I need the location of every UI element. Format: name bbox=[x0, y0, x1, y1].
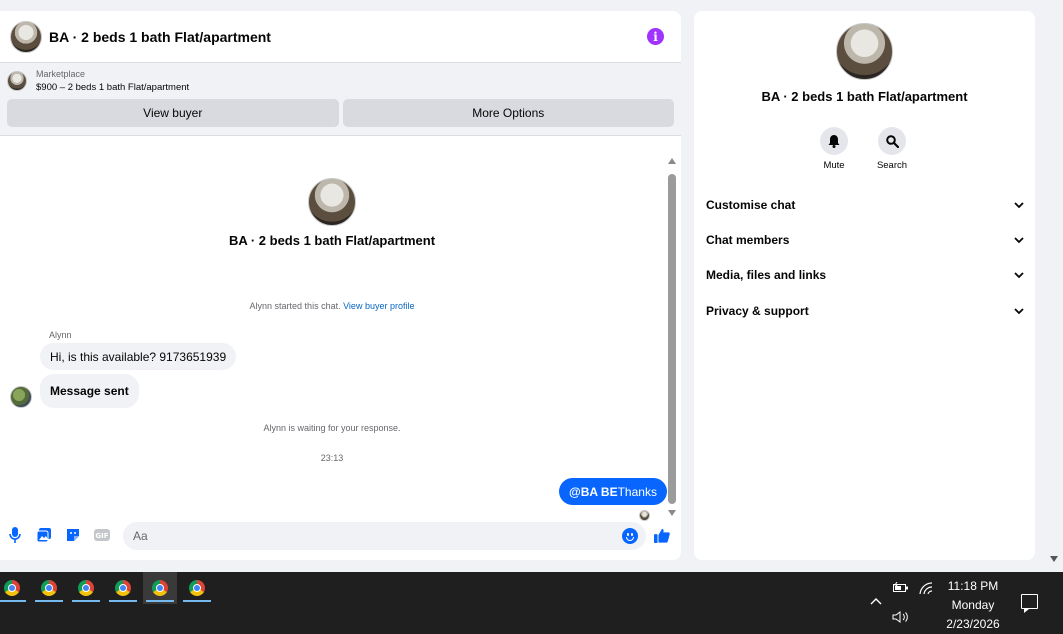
chevron-down-icon bbox=[1014, 307, 1024, 314]
mute-label: Mute bbox=[823, 160, 845, 171]
mute-button[interactable]: Mute bbox=[814, 127, 854, 171]
scroll-thumb[interactable] bbox=[668, 174, 676, 504]
taskbar-chrome-window-active[interactable] bbox=[143, 572, 177, 604]
sender-name: Alynn bbox=[49, 330, 72, 340]
marketplace-label: Marketplace bbox=[36, 69, 86, 79]
chat-header: BA · 2 beds 1 bath Flat/apartment i bbox=[0, 11, 681, 63]
system-clock[interactable]: 11:18 PM Monday 2/23/2026 bbox=[935, 577, 1011, 634]
chrome-icon bbox=[189, 580, 205, 596]
scroll-up-arrow[interactable] bbox=[668, 158, 676, 164]
chrome-icon bbox=[115, 580, 131, 596]
mention: @BA BE bbox=[569, 484, 618, 499]
message-input[interactable]: Aa bbox=[123, 522, 646, 550]
taskbar-chrome-window[interactable] bbox=[32, 572, 66, 604]
notifications-icon[interactable] bbox=[1021, 594, 1038, 613]
conversation-title: BA · 2 beds 1 bath Flat/apartment bbox=[228, 233, 436, 248]
taskbar-chrome-window[interactable] bbox=[0, 572, 29, 604]
taskbar-chrome-window[interactable] bbox=[106, 572, 140, 604]
listing-thumbnail[interactable] bbox=[7, 71, 27, 91]
message-list: BA · 2 beds 1 bath Flat/apartment Alynn … bbox=[0, 152, 681, 522]
clock-day: Monday bbox=[951, 598, 995, 612]
wifi-icon[interactable] bbox=[919, 582, 933, 598]
details-title: BA · 2 beds 1 bath Flat/apartment bbox=[761, 89, 968, 104]
outgoing-message-text: Thanks bbox=[617, 484, 657, 499]
view-buyer-profile-link[interactable]: View buyer profile bbox=[343, 301, 414, 311]
chevron-down-icon bbox=[1014, 236, 1024, 243]
details-avatar bbox=[836, 23, 893, 80]
volume-icon[interactable] bbox=[892, 611, 910, 626]
chat-started-text: Alynn started this chat. bbox=[249, 301, 341, 311]
view-buyer-button[interactable]: View buyer bbox=[7, 99, 339, 127]
section-privacy-support[interactable]: Privacy & support bbox=[706, 304, 1024, 318]
bell-icon[interactable] bbox=[820, 127, 848, 155]
page-scroll-down-arrow[interactable] bbox=[1050, 556, 1058, 562]
scroll-down-arrow[interactable] bbox=[668, 510, 676, 516]
section-media-files-links[interactable]: Media, files and links bbox=[706, 268, 1024, 282]
gif-icon[interactable]: GIF bbox=[94, 527, 110, 543]
search-button[interactable]: Search bbox=[872, 127, 912, 171]
chrome-icon bbox=[41, 580, 57, 596]
composer: GIF Aa bbox=[0, 522, 681, 560]
section-label: Privacy & support bbox=[706, 304, 809, 318]
taskbar: 11:18 PM Monday 2/23/2026 bbox=[0, 572, 1063, 634]
chat-started-notice: Alynn started this chat. View buyer prof… bbox=[0, 301, 664, 311]
chrome-icon bbox=[4, 580, 20, 596]
microphone-icon[interactable] bbox=[7, 527, 23, 543]
conversation-avatar bbox=[308, 178, 356, 226]
emoji-icon[interactable] bbox=[622, 528, 638, 544]
taskbar-chrome-window[interactable] bbox=[180, 572, 214, 604]
clock-time: 11:18 PM bbox=[947, 579, 999, 593]
details-panel: BA · 2 beds 1 bath Flat/apartment Mute S… bbox=[694, 11, 1035, 560]
chat-avatar[interactable] bbox=[10, 20, 42, 53]
clock-date: 2/23/2026 bbox=[946, 617, 1000, 631]
chat-title[interactable]: BA · 2 beds 1 bath Flat/apartment bbox=[49, 29, 271, 45]
search-icon[interactable] bbox=[878, 127, 906, 155]
sender-avatar[interactable] bbox=[10, 386, 32, 408]
waiting-notice: Alynn is waiting for your response. bbox=[263, 423, 401, 433]
outgoing-message[interactable]: @BA BE Thanks bbox=[559, 478, 667, 505]
battery-icon[interactable] bbox=[893, 581, 909, 596]
section-label: Chat members bbox=[706, 233, 790, 247]
svg-text:GIF: GIF bbox=[95, 532, 108, 540]
listing-line[interactable]: $900 – 2 beds 1 bath Flat/apartment bbox=[36, 82, 189, 93]
read-receipt-avatar bbox=[639, 510, 650, 521]
chevron-down-icon bbox=[1014, 271, 1024, 278]
section-label: Customise chat bbox=[706, 198, 796, 212]
incoming-message[interactable]: Message sent bbox=[40, 374, 139, 408]
section-label: Media, files and links bbox=[706, 268, 827, 282]
message-scrollbar[interactable] bbox=[667, 158, 677, 520]
incoming-message[interactable]: Hi, is this available? 9173651939 bbox=[40, 343, 237, 370]
show-hidden-icons-icon[interactable] bbox=[870, 594, 882, 608]
message-timestamp: 23:13 bbox=[320, 453, 344, 463]
section-chat-members[interactable]: Chat members bbox=[706, 233, 1024, 247]
marketplace-bar: Marketplace $900 – 2 beds 1 bath Flat/ap… bbox=[0, 63, 681, 136]
chrome-icon bbox=[152, 580, 168, 596]
chevron-down-icon bbox=[1014, 201, 1024, 208]
search-label: Search bbox=[876, 160, 908, 171]
chrome-icon bbox=[78, 580, 94, 596]
taskbar-chrome-window[interactable] bbox=[69, 572, 103, 604]
photo-icon[interactable] bbox=[36, 527, 52, 543]
chat-panel: BA · 2 beds 1 bath Flat/apartment i Mark… bbox=[0, 11, 681, 560]
thumbs-up-icon[interactable] bbox=[654, 527, 670, 543]
section-customise-chat[interactable]: Customise chat bbox=[706, 198, 1024, 212]
more-options-button[interactable]: More Options bbox=[342, 99, 674, 127]
sticker-icon[interactable] bbox=[65, 527, 81, 543]
info-icon[interactable]: i bbox=[647, 28, 664, 45]
